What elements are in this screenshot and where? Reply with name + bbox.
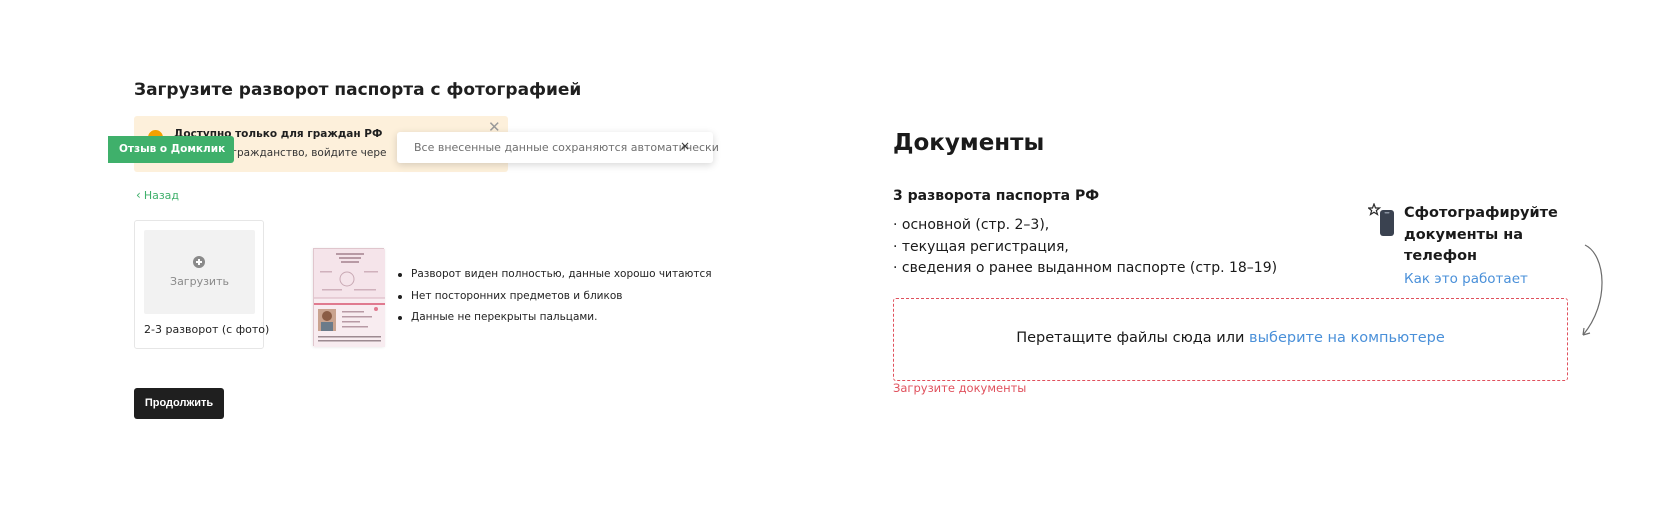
feedback-tab[interactable]: Отзыв о Домклик	[108, 136, 235, 163]
upload-error-message: Загрузите документы	[893, 381, 1027, 395]
documents-list: · основной (стр. 2–3), · текущая регистр…	[893, 217, 1277, 282]
passport-illustration	[314, 249, 385, 347]
page: Загрузите разворот паспорта с фотографие…	[0, 0, 1680, 514]
documents-subtitle: 3 разворота паспорта РФ	[893, 188, 1100, 204]
curved-arrow-icon	[1582, 244, 1603, 336]
back-link-label: Назад	[143, 189, 180, 202]
continue-button[interactable]: Продолжить	[134, 388, 224, 419]
documents-list-item: · сведения о ранее выданном паспорте (ст…	[893, 260, 1278, 276]
upload-card: Загрузить 2-3 разворот (с фото)	[134, 220, 269, 349]
phone-upload-title: Сфотографируйте документы на телефон	[1404, 205, 1558, 264]
tip-item: Нет посторонних предметов и бликов	[396, 290, 712, 312]
tip-item: Разворот виден полностью, данные хорошо …	[396, 268, 712, 290]
tip-item: Данные не перекрыты пальцами.	[396, 311, 712, 333]
how-it-works-link[interactable]: Как это работает	[1404, 271, 1528, 287]
toast-text: Все внесенные данные сохраняются автомат…	[414, 141, 719, 154]
chevron-left-icon: ‹	[136, 188, 141, 202]
passport-sample-image	[313, 248, 385, 347]
toast-close-icon[interactable]: ×	[680, 140, 690, 152]
dropzone-label: Перетащите файлы сюда или	[1016, 330, 1250, 346]
plus-icon	[193, 256, 205, 268]
upload-card-caption: 2-3 разворот (с фото)	[144, 323, 270, 336]
documents-list-item: · основной (стр. 2–3),	[893, 217, 1050, 233]
file-dropzone[interactable]: Перетащите файлы сюда или выберите на ко…	[893, 298, 1568, 381]
documents-list-item: · текущая регистрация,	[893, 238, 1069, 255]
back-link[interactable]: ‹ Назад	[136, 188, 179, 202]
upload-button[interactable]: Загрузить	[144, 230, 255, 314]
dropzone-text: Перетащите файлы сюда или выберите на ко…	[894, 330, 1567, 346]
phone-camera-icon	[1368, 203, 1394, 236]
documents-title: Документы	[893, 130, 1045, 156]
autosave-toast: Все внесенные данные сохраняются автомат…	[397, 132, 719, 163]
photo-tips-list: Разворот виден полностью, данные хорошо …	[396, 268, 712, 333]
page-title: Загрузите разворот паспорта с фотографие…	[134, 80, 582, 100]
choose-file-link[interactable]: выберите на компьютере	[1249, 330, 1445, 346]
upload-label: Загрузить	[170, 275, 229, 288]
